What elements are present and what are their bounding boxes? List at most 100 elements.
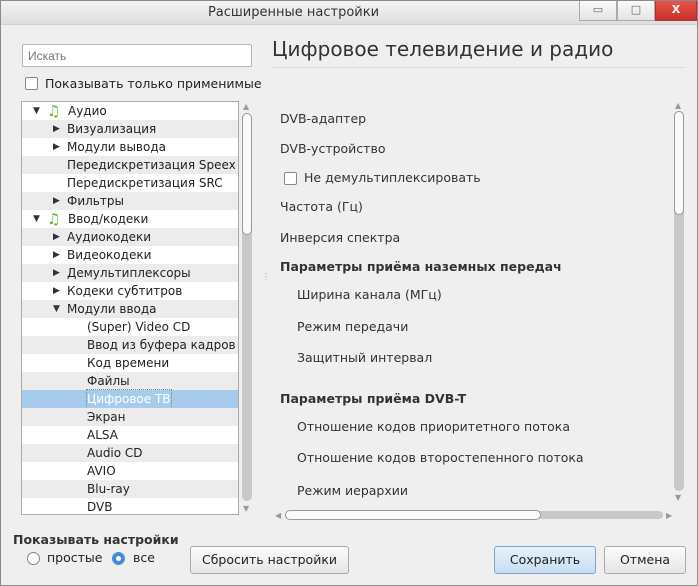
radio-all[interactable] [112,552,125,565]
tree-item-label: Визуализация [67,122,157,136]
collapsed-arrow-icon[interactable]: ▶ [53,282,60,300]
tree-item[interactable]: ALSA [22,426,238,444]
option-label: Режим иерархии [297,483,409,498]
option-label: Ширина канала (МГц) [297,287,442,302]
show-settings-label: Показывать настройки [13,532,179,547]
option-label: DVB-адаптер [280,111,367,126]
radio-simple-label: простые [47,550,103,565]
panel-scroll-left-icon[interactable]: ◀ [275,511,281,520]
tree-item-label: Передискретизация SRC [67,176,223,190]
tree-item[interactable]: Экран [22,408,238,426]
option-label: Защитный интервал [297,350,433,365]
panel-hscrollbar-thumb[interactable] [285,510,541,520]
tree-item-label: Передискретизация Speex [67,158,236,172]
radio-simple[interactable] [27,552,40,565]
expanded-arrow-icon[interactable]: ▼ [33,210,40,228]
tree-item[interactable]: Передискретизация Speex [22,156,238,174]
expanded-arrow-icon[interactable]: ▼ [53,300,60,318]
section-heading: Параметры приёма DVB-T [280,391,467,406]
save-button[interactable]: Сохранить [494,546,596,574]
tree-item-label: Фильтры [67,194,124,208]
cancel-button[interactable]: Отмена [604,546,686,574]
only-applicable-label: Показывать только применимые [45,76,262,91]
tree-item[interactable]: Код времени [22,354,238,372]
tree-item[interactable]: Audio CD [22,444,238,462]
panel-scroll-up-icon[interactable]: ▲ [675,101,681,110]
collapsed-arrow-icon[interactable]: ▶ [53,138,60,156]
tree-item[interactable]: ▼ Модули ввода [22,300,238,318]
tree-item[interactable]: ▶ Аудиокодеки [22,228,238,246]
tree-item[interactable]: Blu-ray [22,480,238,498]
option-label: Не демультиплексировать [304,170,481,185]
option-label: Частота (Гц) [280,199,363,214]
expanded-arrow-icon[interactable]: ▼ [33,102,40,120]
collapsed-arrow-icon[interactable]: ▶ [53,264,60,282]
title-divider [271,67,685,68]
only-applicable-checkbox[interactable] [25,77,38,90]
panel-scroll-down-icon[interactable]: ▼ [675,493,681,502]
tree-item[interactable]: ▼ ♫ Аудио [22,102,238,120]
maximize-button[interactable]: □ [617,1,655,21]
tree-item-label: Видеокодеки [67,248,152,262]
radio-all-label: все [133,550,155,565]
tree-item-label: Аудиокодеки [67,230,152,244]
tree-item-label: Ввод/кодеки [68,212,149,226]
tree-item[interactable]: ▶ Фильтры [22,192,238,210]
tree-scroll-down-icon[interactable]: ▼ [243,504,249,513]
minimize-button[interactable]: ▭ [579,1,617,21]
option-label: Режим передачи [297,319,409,334]
tree-scroll-up-icon[interactable]: ▲ [243,102,249,111]
collapsed-arrow-icon[interactable]: ▶ [53,120,60,138]
reset-settings-button[interactable]: Сбросить настройки [190,546,349,574]
tree-item[interactable]: AVIO [22,462,238,480]
panel-scroll-right-icon[interactable]: ▶ [666,511,672,520]
tree-item-label: Blu-ray [87,482,130,496]
tree-scrollbar[interactable] [242,113,252,501]
panel-hscrollbar[interactable] [285,510,663,520]
option-label: Отношение кодов приоритетного потока [297,419,571,434]
tree-item-label: ALSA [87,428,118,442]
tree-item[interactable]: ▶ Видеокодеки [22,246,238,264]
tree-item[interactable]: Передискретизация SRC [22,174,238,192]
tree-item[interactable]: ▼ ♫ Ввод/кодеки [22,210,238,228]
window-title: Расширенные настройки [207,5,380,20]
tree-item[interactable]: ▶ Демультиплексоры [22,264,238,282]
tree-item-label: Кодеки субтитров [67,284,183,298]
tree-item[interactable]: ▶ Визуализация [22,120,238,138]
advanced-settings-dialog: Расширенные настройки ▭ □ X Показывать т… [0,0,698,586]
title-bar: Расширенные настройки ▭ □ X [1,1,697,25]
tree-item-label: Код времени [87,356,170,370]
splitter-handle-icon[interactable]: ⋮ [262,272,270,281]
settings-tree[interactable]: ▼ ♫ Аудио ▶ Визуализация ▶ Модули вывода Переди… [21,101,239,515]
tree-item[interactable]: (Super) Video CD [22,318,238,336]
tree-item[interactable]: Цифровое ТВ [22,389,238,409]
panel-scrollbar[interactable] [674,111,684,491]
tree-item-label: DVB [87,500,113,514]
collapsed-arrow-icon[interactable]: ▶ [53,192,60,210]
tree-item[interactable]: Ввод из буфера кадров [22,336,238,354]
collapsed-arrow-icon[interactable]: ▶ [53,228,60,246]
tree-item-label: Audio CD [87,446,143,460]
section-heading: Параметры приёма наземных передач [280,259,562,274]
no-demux-checkbox[interactable] [284,172,297,185]
tree-scrollbar-thumb[interactable] [242,113,252,235]
search-input[interactable] [22,44,252,67]
codec-icon: ♫ [47,210,61,228]
tree-item-label: Ввод из буфера кадров [87,338,236,352]
tree-item[interactable]: ▶ Кодеки субтитров [22,282,238,300]
tree-item[interactable]: DVB [22,498,238,514]
tree-item-label: Модули ввода [67,302,157,316]
option-label: DVB-устройство [280,141,386,156]
tree-item-label: AVIO [87,464,116,478]
tree-item-label: Модули вывода [67,140,166,154]
option-label: Инверсия спектра [280,230,401,245]
tree-item-label: (Super) Video CD [87,320,191,334]
panel-scrollbar-thumb[interactable] [674,111,684,215]
collapsed-arrow-icon[interactable]: ▶ [53,246,60,264]
option-label: Отношение кодов второстепенного потока [297,450,584,465]
tree-item-label: Файлы [87,374,130,388]
close-button[interactable]: X [655,1,697,21]
tree-item[interactable]: ▶ Модули вывода [22,138,238,156]
tree-item-label: Демультиплексоры [67,266,191,280]
tree-item[interactable]: Файлы [22,372,238,390]
